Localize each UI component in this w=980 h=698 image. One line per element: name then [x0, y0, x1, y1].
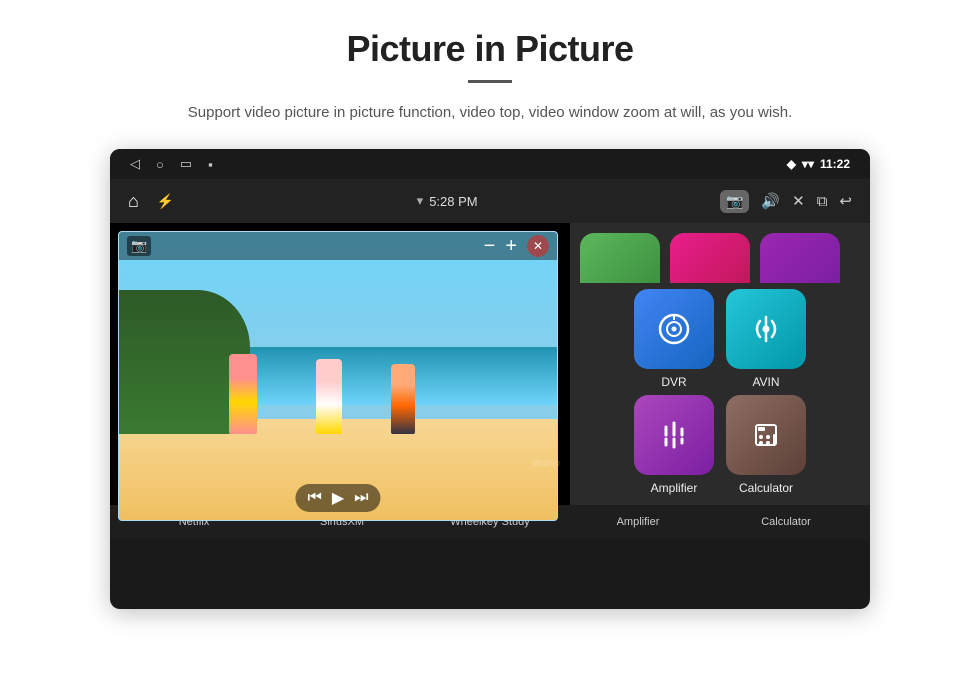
pip-controls-right: − + ✕ — [484, 235, 549, 258]
home-icon[interactable]: ⌂ — [128, 191, 139, 212]
avin-app[interactable]: AVIN — [726, 289, 806, 389]
app-bar-left: ⌂ ⚡ — [128, 191, 174, 212]
amplifier-bottom-label: Amplifier — [593, 516, 683, 528]
amplifier-icon — [634, 395, 714, 475]
avin-icon — [726, 289, 806, 369]
wheelkey-icon-partial — [760, 233, 840, 283]
pip-minus-button[interactable]: − — [484, 235, 496, 258]
apps-row-1: DVR AVIN — [570, 289, 870, 389]
next-button[interactable]: ⏭ — [354, 489, 368, 507]
dvr-icon — [634, 289, 714, 369]
volume-appbar-icon[interactable]: 🔊 — [761, 192, 780, 210]
apps-row-2: Amplifier — [570, 395, 870, 495]
dvr-label: DVR — [661, 375, 686, 389]
main-content: 📷 − + ✕ ⏮ ▶ ⏭ viczno — [110, 223, 870, 505]
avin-label: AVIN — [752, 375, 779, 389]
person-2 — [316, 359, 342, 434]
wifi-icon: ▾▾ — [802, 157, 814, 171]
amplifier-label: Amplifier — [651, 481, 698, 495]
pip-plus-button[interactable]: + — [505, 235, 517, 258]
pip-top-bar: 📷 − + ✕ — [119, 232, 557, 260]
pip-camera-icon: 📷 — [127, 236, 151, 256]
calculator-label: Calculator — [739, 481, 793, 495]
back-nav-icon[interactable]: ◁ — [130, 156, 140, 172]
pip-close-button[interactable]: ✕ — [527, 235, 549, 257]
pip-window[interactable]: 📷 − + ✕ ⏮ ▶ ⏭ — [118, 231, 558, 521]
wifi-appbar-icon: ▾ — [417, 193, 424, 209]
usb-icon: ⚡ — [157, 193, 174, 210]
siriusxm-icon-partial — [670, 233, 750, 283]
play-button[interactable]: ▶ — [332, 488, 344, 508]
status-bar-right: ◆ ▾▾ 11:22 — [787, 157, 850, 171]
netflix-icon-partial — [580, 233, 660, 283]
status-bar-left: ◁ ○ ▭ ▪ — [130, 156, 213, 172]
back-appbar-icon[interactable]: ↩ — [839, 192, 852, 210]
page-subtitle: Support video picture in picture functio… — [188, 101, 792, 125]
watermark: viczno — [532, 458, 560, 469]
video-section: 📷 − + ✕ ⏮ ▶ ⏭ viczno — [110, 223, 570, 505]
app-bar: ⌂ ⚡ ▾ 5:28 PM 📷 🔊 ✕ ⧉ ↩ — [110, 179, 870, 223]
home-nav-icon[interactable]: ○ — [156, 157, 164, 172]
page-container: Picture in Picture Support video picture… — [0, 0, 980, 698]
apps-top-row — [570, 233, 870, 283]
camera-appbar-icon[interactable]: 📷 — [720, 190, 749, 213]
device-frame: ◁ ○ ▭ ▪ ◆ ▾▾ 11:22 ⌂ ⚡ ▾ 5:28 PM 📷 — [110, 149, 870, 609]
notification-icon: ▪ — [208, 157, 213, 172]
app-bar-right: 📷 🔊 ✕ ⧉ ↩ — [720, 190, 852, 213]
appbar-time: 5:28 PM — [429, 194, 477, 209]
pip-appbar-icon[interactable]: ⧉ — [817, 193, 828, 210]
location-icon: ◆ — [787, 157, 796, 171]
calculator-app[interactable]: Calculator — [726, 395, 806, 495]
page-title: Picture in Picture — [346, 28, 633, 70]
app-bar-center: ▾ 5:28 PM — [417, 193, 478, 209]
close-appbar-icon[interactable]: ✕ — [792, 192, 805, 210]
dvr-app[interactable]: DVR — [634, 289, 714, 389]
beach-scene — [119, 232, 557, 520]
apps-section: DVR AVIN — [570, 223, 870, 505]
recents-nav-icon[interactable]: ▭ — [180, 156, 192, 172]
amplifier-app[interactable]: Amplifier — [634, 395, 714, 495]
video-controls: ⏮ ▶ ⏭ — [295, 484, 380, 512]
status-time: 11:22 — [820, 157, 850, 171]
person-1 — [229, 354, 257, 434]
calculator-bottom-label: Calculator — [741, 516, 831, 528]
calculator-icon — [726, 395, 806, 475]
person-3 — [391, 364, 415, 434]
title-divider — [468, 80, 512, 83]
status-bar: ◁ ○ ▭ ▪ ◆ ▾▾ 11:22 — [110, 149, 870, 179]
prev-button[interactable]: ⏮ — [307, 489, 321, 507]
